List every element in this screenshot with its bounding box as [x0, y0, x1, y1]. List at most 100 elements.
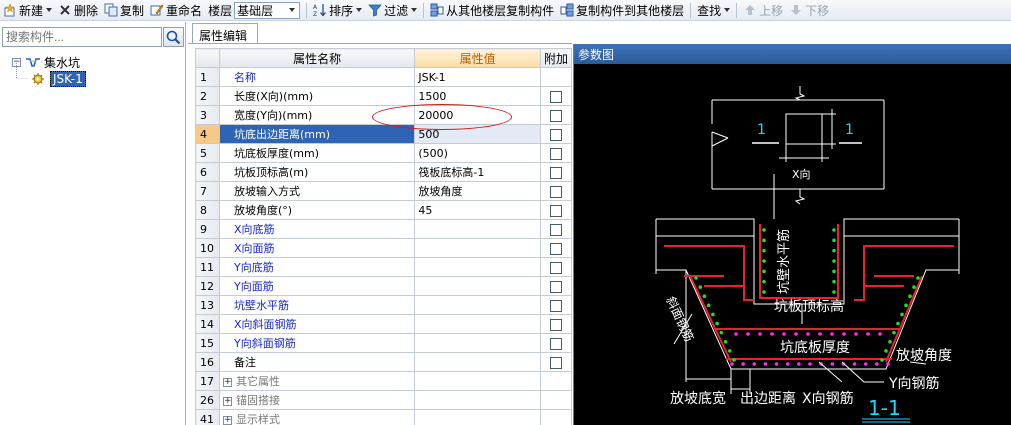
copy-from-floor-button[interactable]: 从其他楼层复制构件 [427, 1, 557, 20]
plan-section-mark-left: 1 [757, 122, 766, 138]
table-row[interactable]: 12 Y向面筋 [195, 276, 573, 296]
tab-property-edit[interactable]: 属性编辑 [192, 23, 258, 44]
table-row[interactable]: 26 + 锚固搭接 [195, 390, 573, 410]
move-down-button[interactable]: 下移 [786, 1, 832, 20]
table-row[interactable]: 10 X向面筋 [195, 238, 573, 258]
copy-to-floor-button[interactable]: 复制构件到其他楼层 [557, 1, 687, 20]
attr-name-cell[interactable]: X向底筋 [218, 219, 416, 239]
attr-name-cell[interactable]: 放坡角度(°) [218, 200, 416, 220]
table-row[interactable]: 2 长度(X向)(mm) 1500 [195, 86, 573, 106]
attr-name-cell[interactable]: 坑壁水平筋 [218, 295, 416, 315]
attr-name-cell[interactable]: + 其它属性 [218, 371, 416, 391]
attr-value-cell[interactable] [414, 390, 541, 410]
rename-button[interactable]: 重命名 [147, 1, 205, 20]
attr-name-cell[interactable]: 坑板顶标高(m) [218, 162, 416, 182]
extra-checkbox[interactable] [549, 223, 562, 236]
table-row[interactable]: 14 X向斜面钢筋 [195, 314, 573, 334]
attr-name-cell[interactable]: 备注 [218, 352, 416, 372]
extra-checkbox[interactable] [549, 204, 562, 217]
table-row[interactable]: 1 名称 JSK-1 [195, 67, 573, 87]
attr-value-cell[interactable] [414, 371, 541, 391]
extra-checkbox[interactable] [549, 128, 562, 141]
chevron-down-icon[interactable] [287, 8, 297, 12]
attr-value-cell[interactable]: 筏板底标高-1 [414, 162, 541, 182]
tree-node-sump[interactable]: − 集水坑 [2, 54, 182, 70]
table-row[interactable]: 17 + 其它属性 [195, 371, 573, 391]
attr-name-cell[interactable]: 长度(X向)(mm) [218, 86, 416, 106]
extra-checkbox[interactable] [549, 185, 562, 198]
extra-checkbox[interactable] [549, 261, 562, 274]
table-row[interactable]: 9 X向底筋 [195, 219, 573, 239]
table-row[interactable]: 8 放坡角度(°) 45 [195, 200, 573, 220]
header-attr-name[interactable]: 属性名称 [218, 48, 416, 68]
extra-checkbox[interactable] [549, 242, 562, 255]
attr-name-cell[interactable]: Y向斜面钢筋 [218, 333, 416, 353]
extra-checkbox[interactable] [549, 166, 562, 179]
search-button[interactable] [163, 27, 184, 47]
extra-checkbox[interactable] [549, 299, 562, 312]
table-row[interactable]: 6 坑板顶标高(m) 筏板底标高-1 [195, 162, 573, 182]
attr-value-text: 筏板底标高-1 [418, 166, 485, 179]
search-input[interactable] [2, 27, 162, 47]
attr-name-cell[interactable]: + 锚固搭接 [218, 390, 416, 410]
find-button[interactable]: 查找 [694, 1, 733, 20]
table-row[interactable]: 41 + 显示样式 [195, 409, 573, 425]
attr-value-cell[interactable]: 放坡角度 [414, 181, 541, 201]
table-row[interactable]: 15 Y向斜面钢筋 [195, 333, 573, 353]
filter-button[interactable]: 过滤 [365, 1, 420, 20]
attr-value-cell[interactable]: 1500 [414, 86, 541, 106]
label-x-rebar: X向钢筋 [802, 390, 854, 407]
attr-name-cell[interactable]: X向斜面钢筋 [218, 314, 416, 334]
attr-value-cell[interactable] [414, 333, 541, 353]
attr-value-cell[interactable] [414, 314, 541, 334]
attr-value-cell[interactable] [414, 295, 541, 315]
table-row[interactable]: 7 放坡输入方式 放坡角度 [195, 181, 573, 201]
attr-value-cell[interactable]: JSK-1 [414, 67, 541, 87]
floor-combobox[interactable]: 基础层 [234, 1, 301, 19]
extra-checkbox[interactable] [549, 337, 562, 350]
extra-checkbox[interactable] [549, 280, 562, 293]
attr-name-cell[interactable]: + 显示样式 [218, 409, 416, 425]
move-up-button[interactable]: 上移 [740, 1, 786, 20]
header-attr-value[interactable]: 属性值 [414, 48, 541, 68]
header-extra[interactable]: 附加 [539, 48, 573, 68]
attr-name-cell[interactable]: 放坡输入方式 [218, 181, 416, 201]
expand-toggle[interactable]: + [222, 396, 232, 406]
attr-value-cell[interactable] [414, 219, 541, 239]
expand-toggle[interactable]: + [222, 415, 232, 425]
attr-value-cell[interactable] [414, 409, 541, 425]
table-row[interactable]: 11 Y向底筋 [195, 257, 573, 277]
attr-name-cell[interactable]: X向面筋 [218, 238, 416, 258]
attr-value-cell[interactable]: (500) [414, 143, 541, 163]
filter-dropdown-arrow[interactable] [411, 8, 418, 12]
attr-name-cell[interactable]: 坑底板厚度(mm) [218, 143, 416, 163]
attr-value-cell[interactable] [414, 257, 541, 277]
new-dropdown-arrow[interactable] [46, 8, 53, 12]
attr-value-cell[interactable] [414, 238, 541, 258]
delete-button[interactable]: 删除 [55, 1, 101, 20]
sort-button[interactable]: AZ 排序 [310, 1, 365, 20]
extra-checkbox[interactable] [549, 356, 562, 369]
attr-value-cell[interactable] [414, 352, 541, 372]
find-dropdown-arrow[interactable] [724, 8, 731, 12]
attr-name-cell[interactable]: 坑底出边距离(mm) [218, 124, 416, 144]
table-row[interactable]: 5 坑底板厚度(mm) (500) [195, 143, 573, 163]
table-row[interactable]: 4 坑底出边距离(mm) 500 [195, 124, 573, 144]
attr-name-cell[interactable]: Y向面筋 [218, 276, 416, 296]
attr-value-cell[interactable] [414, 276, 541, 296]
attr-name-cell[interactable]: Y向底筋 [218, 257, 416, 277]
extra-checkbox[interactable] [549, 90, 562, 103]
attr-name-cell[interactable]: 名称 [218, 67, 416, 87]
expand-toggle[interactable]: + [222, 377, 232, 387]
copy-to-floor-icon [560, 3, 574, 17]
copy-button[interactable]: 复制 [101, 1, 147, 20]
extra-checkbox[interactable] [549, 147, 562, 160]
new-button[interactable]: 新建 [0, 1, 55, 20]
table-row[interactable]: 13 坑壁水平筋 [195, 295, 573, 315]
sort-dropdown-arrow[interactable] [356, 8, 363, 12]
table-row[interactable]: 16 备注 [195, 352, 573, 372]
extra-checkbox[interactable] [549, 318, 562, 331]
attr-value-cell[interactable]: 45 [414, 200, 541, 220]
tree-node-jsk1[interactable]: JSK-1 [2, 63, 182, 87]
extra-checkbox[interactable] [549, 109, 562, 122]
